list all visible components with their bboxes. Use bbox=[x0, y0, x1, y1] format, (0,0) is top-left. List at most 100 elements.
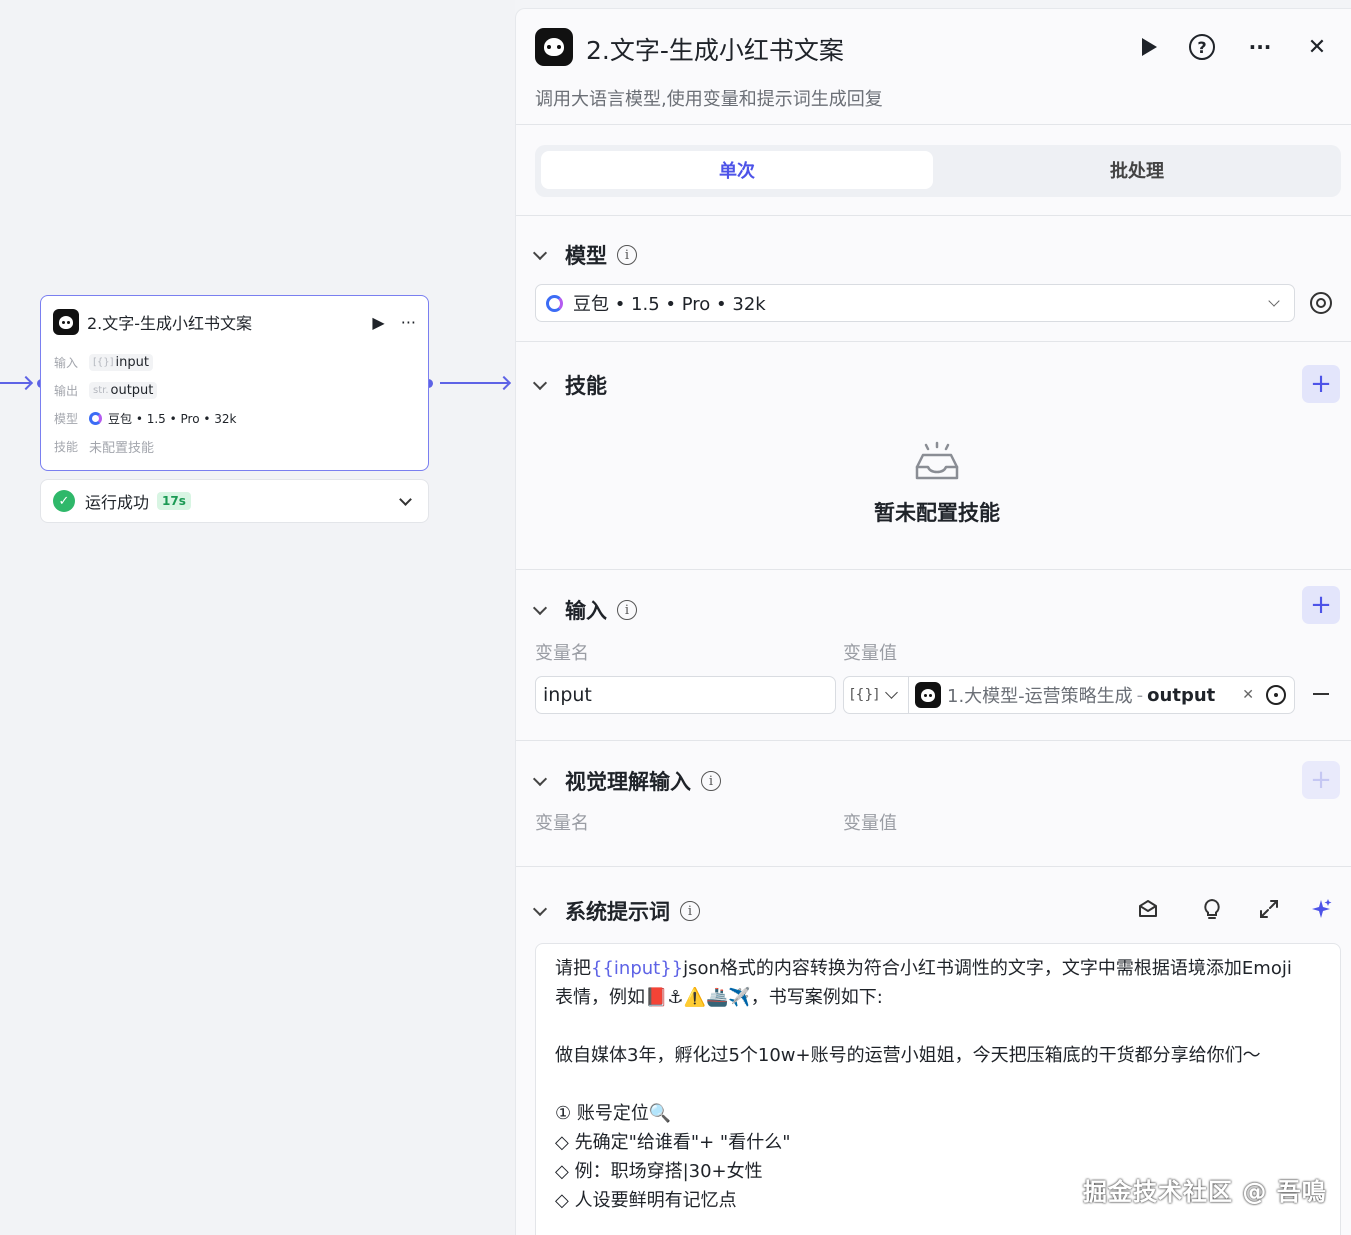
node-row-input: 输入 [{}] input bbox=[41, 348, 428, 376]
divider bbox=[516, 341, 1351, 342]
tab-batch[interactable]: 批处理 bbox=[939, 151, 1335, 189]
section-title: 视觉理解输入 bbox=[565, 770, 691, 794]
add-vision-input-button[interactable]: + bbox=[1302, 761, 1340, 799]
model-logo-icon bbox=[89, 411, 102, 425]
outgoing-arrowhead bbox=[496, 375, 512, 391]
section-input-header[interactable]: 输入 i bbox=[532, 595, 637, 625]
chevron-down-icon bbox=[1268, 295, 1280, 307]
model-logo-icon bbox=[546, 294, 563, 312]
divider bbox=[516, 866, 1351, 867]
gear-icon[interactable] bbox=[1310, 292, 1332, 314]
prompt-line: 表情，例如📕⚓⚠️🚢✈️，书写案例如下: bbox=[555, 987, 883, 1008]
column-variable-value: 变量值 bbox=[843, 643, 897, 664]
panel-title[interactable]: 2.文字-生成小红书文案 bbox=[586, 31, 844, 67]
watermark: 掘金技术社区 @ 吾鳴 bbox=[1083, 1178, 1327, 1206]
panel-description: 调用大语言模型,使用变量和提示词生成回复 bbox=[535, 89, 883, 110]
section-title: 模型 bbox=[565, 244, 607, 268]
add-skill-button[interactable]: + bbox=[1302, 365, 1340, 403]
divider bbox=[516, 740, 1351, 741]
bot-icon bbox=[915, 682, 941, 708]
info-icon[interactable]: i bbox=[680, 901, 700, 921]
info-icon[interactable]: i bbox=[701, 771, 721, 791]
output-tag: str. output bbox=[89, 381, 158, 399]
chevron-down-icon bbox=[532, 901, 548, 916]
node-row-output: 输出 str. output bbox=[41, 376, 428, 404]
skills-empty: 未配置技能 bbox=[89, 440, 155, 456]
prompt-library-icon[interactable] bbox=[1136, 897, 1160, 921]
divider bbox=[516, 569, 1351, 570]
expand-icon[interactable] bbox=[1257, 897, 1281, 921]
section-skills-header[interactable]: 技能 bbox=[532, 370, 607, 400]
mode-tabs: 单次 批处理 bbox=[535, 145, 1341, 197]
model-select[interactable]: 豆包 • 1.5 • Pro • 32k bbox=[535, 284, 1295, 322]
prompt-line: ◇ 先确定"给谁看"+ "看什么" bbox=[555, 1132, 791, 1153]
section-system-prompt-header[interactable]: 系统提示词 i bbox=[532, 896, 700, 926]
object-type-icon: [{}] bbox=[850, 687, 879, 703]
add-input-button[interactable]: + bbox=[1302, 586, 1340, 624]
run-status-bar[interactable]: ✓ 运行成功 17s bbox=[40, 479, 429, 523]
skills-empty-text: 暂未配置技能 bbox=[874, 501, 1000, 525]
section-title: 系统提示词 bbox=[565, 900, 670, 924]
chevron-down-icon bbox=[532, 600, 548, 615]
prompt-variable: {{input}} bbox=[591, 958, 684, 979]
tab-single[interactable]: 单次 bbox=[541, 151, 933, 189]
workflow-canvas[interactable]: 2.文字-生成小红书文案 ▶ ··· 输入 [{}] input 输出 str. o… bbox=[0, 0, 515, 1235]
ref-content: 1.大模型-运营策略生成 - output ✕ bbox=[909, 682, 1294, 708]
column-variable-name: 变量名 bbox=[535, 643, 589, 664]
node-more-icon[interactable]: ··· bbox=[401, 313, 416, 332]
ref-output-name: output bbox=[1147, 684, 1216, 706]
row-key: 输出 bbox=[54, 383, 79, 398]
info-icon[interactable]: i bbox=[617, 245, 637, 265]
row-key: 输入 bbox=[54, 355, 79, 370]
close-icon[interactable]: ✕ bbox=[1303, 33, 1331, 61]
run-button[interactable] bbox=[1135, 33, 1163, 61]
node-row-model: 模型 豆包 • 1.5 • Pro • 32k bbox=[41, 404, 428, 432]
row-key: 技能 bbox=[54, 439, 79, 454]
node-config-panel: 2.文字-生成小红书文案 调用大语言模型,使用变量和提示词生成回复 ? ··· … bbox=[515, 8, 1351, 1235]
node-row-skills: 技能 未配置技能 bbox=[41, 432, 428, 460]
panel-header: 2.文字-生成小红书文案 调用大语言模型,使用变量和提示词生成回复 ? ··· … bbox=[516, 9, 1351, 125]
more-button[interactable]: ··· bbox=[1246, 33, 1274, 61]
chevron-down-icon bbox=[884, 686, 898, 699]
model-name: 豆包 • 1.5 • Pro • 32k bbox=[108, 411, 237, 426]
variable-name-input[interactable]: input bbox=[535, 676, 836, 714]
prompt-line: 做自媒体3年，孵化过5个10w+账号的运营小姐姐，今天把压箱底的干货都分享给你们… bbox=[555, 1045, 1261, 1066]
model-select-value: 豆包 • 1.5 • Pro • 32k bbox=[573, 294, 766, 315]
run-time-badge: 17s bbox=[157, 492, 191, 510]
workflow-node[interactable]: 2.文字-生成小红书文案 ▶ ··· 输入 [{}] input 输出 str. o… bbox=[40, 295, 429, 471]
column-variable-value: 变量值 bbox=[843, 813, 897, 834]
bot-icon bbox=[53, 309, 79, 335]
status-text: 运行成功 bbox=[85, 493, 150, 512]
node-header: 2.文字-生成小红书文案 ▶ ··· bbox=[41, 296, 428, 348]
remove-input-button[interactable] bbox=[1313, 693, 1329, 695]
chevron-down-icon bbox=[532, 375, 548, 390]
column-variable-name: 变量名 bbox=[535, 813, 589, 834]
chevron-down-icon bbox=[532, 771, 548, 786]
prompt-line: 请把{{input}}json格式的内容转换为符合小红书调性的文字，文字中需根据… bbox=[555, 958, 1292, 979]
node-run-icon[interactable]: ▶ bbox=[372, 313, 384, 332]
lightbulb-icon[interactable] bbox=[1200, 897, 1224, 921]
target-icon[interactable] bbox=[1266, 685, 1286, 705]
incoming-arrowhead bbox=[18, 375, 34, 391]
ref-separator: - bbox=[1136, 684, 1144, 706]
ai-sparkle-icon[interactable] bbox=[1309, 897, 1333, 921]
info-icon[interactable]: i bbox=[617, 600, 637, 620]
empty-box-icon bbox=[915, 441, 959, 480]
section-title: 技能 bbox=[565, 374, 607, 398]
ref-source-node: 1.大模型-运营策略生成 bbox=[947, 686, 1133, 707]
help-button[interactable]: ? bbox=[1188, 33, 1216, 61]
success-check-icon: ✓ bbox=[53, 490, 75, 512]
prompt-line: ① 账号定位🔍 bbox=[555, 1103, 672, 1124]
play-icon bbox=[1141, 38, 1157, 56]
chevron-down-icon bbox=[532, 245, 548, 260]
input-tag: [{}] input bbox=[89, 353, 153, 371]
variable-value-ref[interactable]: [{}] 1.大模型-运营策略生成 - output ✕ bbox=[843, 676, 1295, 714]
clear-ref-icon[interactable]: ✕ bbox=[1242, 687, 1254, 703]
section-model-header[interactable]: 模型 i bbox=[532, 240, 637, 270]
divider bbox=[516, 215, 1351, 216]
chevron-down-icon[interactable] bbox=[399, 492, 412, 506]
type-select[interactable]: [{}] bbox=[844, 677, 909, 713]
section-title: 输入 bbox=[565, 599, 607, 623]
section-vision-header[interactable]: 视觉理解输入 i bbox=[532, 766, 721, 796]
bot-icon bbox=[535, 28, 573, 66]
